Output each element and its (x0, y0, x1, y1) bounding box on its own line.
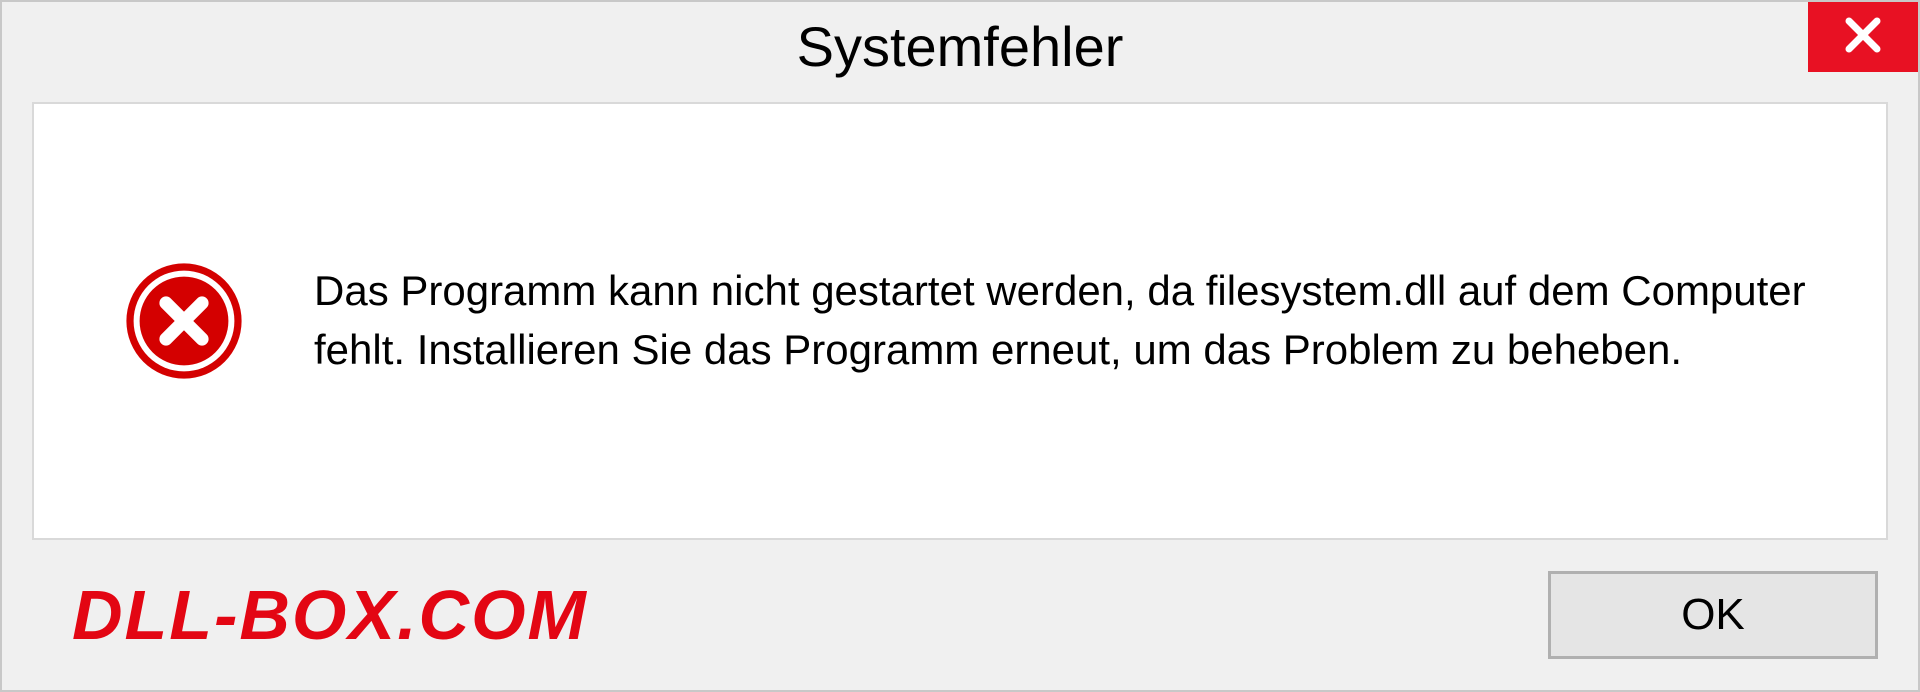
ok-button[interactable]: OK (1548, 571, 1878, 659)
dialog-title: Systemfehler (797, 14, 1124, 79)
error-icon (124, 261, 244, 381)
close-icon (1839, 11, 1887, 64)
title-bar: Systemfehler (2, 2, 1918, 90)
dialog-footer: DLL-BOX.COM OK (2, 540, 1918, 690)
error-dialog: Systemfehler Das Programm kann nicht ges… (0, 0, 1920, 692)
close-button[interactable] (1808, 2, 1918, 72)
watermark-text: DLL-BOX.COM (72, 575, 588, 655)
content-area: Das Programm kann nicht gestartet werden… (32, 102, 1888, 540)
error-message: Das Programm kann nicht gestartet werden… (314, 262, 1826, 380)
